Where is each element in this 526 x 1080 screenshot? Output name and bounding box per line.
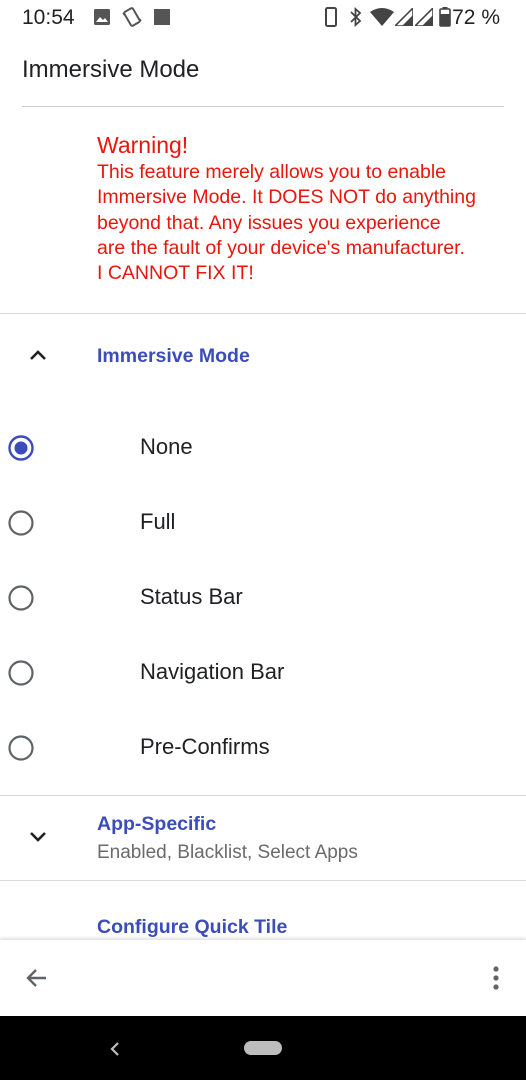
radio-unselected-icon[interactable] bbox=[8, 585, 34, 611]
system-navigation-bar bbox=[0, 1016, 526, 1080]
radio-selected-icon[interactable] bbox=[8, 435, 34, 461]
page-title: Immersive Mode bbox=[22, 56, 200, 83]
status-time: 10:54 bbox=[22, 6, 75, 29]
more-options-icon[interactable] bbox=[486, 966, 506, 990]
warning-line: beyond that. Any issues you experience bbox=[97, 211, 441, 234]
radio-unselected-icon[interactable] bbox=[8, 735, 34, 761]
back-arrow-icon[interactable] bbox=[25, 966, 49, 990]
status-bar: 10:54 72 % bbox=[0, 0, 526, 34]
battery-icon bbox=[439, 7, 451, 27]
battery-percentage: 72 % bbox=[452, 6, 500, 29]
warning-body: This feature merely allows you to enable… bbox=[97, 160, 517, 286]
vibrate-icon bbox=[122, 7, 142, 27]
warning-line: are the fault of your device's manufactu… bbox=[97, 236, 465, 259]
system-back-icon[interactable] bbox=[108, 1040, 122, 1058]
home-pill-button[interactable] bbox=[244, 1041, 282, 1055]
title-bar: Immersive Mode bbox=[0, 34, 526, 108]
warning-line: Immersive Mode. It DOES NOT do anything bbox=[97, 186, 476, 209]
radio-label: Status Bar bbox=[140, 584, 243, 609]
phone-outline-icon bbox=[325, 7, 337, 27]
configure-quick-tile-item[interactable]: Configure Quick Tile bbox=[0, 881, 526, 941]
radio-option-navigation-bar[interactable]: Navigation Bar bbox=[0, 635, 526, 710]
square-notification-icon bbox=[154, 9, 170, 25]
radio-label: Navigation Bar bbox=[140, 659, 285, 684]
radio-option-status-bar[interactable]: Status Bar bbox=[0, 560, 526, 635]
radio-label: Pre-Confirms bbox=[140, 734, 270, 759]
warning-message: Warning! This feature merely allows you … bbox=[97, 130, 517, 286]
radio-unselected-icon[interactable] bbox=[8, 510, 34, 536]
bluetooth-icon bbox=[350, 7, 362, 27]
app-specific-section-title: App-Specific bbox=[97, 813, 217, 835]
warning-line: This feature merely allows you to enable bbox=[97, 161, 447, 183]
bottom-app-bar bbox=[0, 940, 526, 1016]
radio-option-pre-confirms[interactable]: Pre-Confirms bbox=[0, 710, 526, 785]
image-icon bbox=[94, 9, 110, 25]
signal-icon bbox=[415, 8, 433, 26]
warning-title: Warning! bbox=[97, 132, 189, 158]
radio-label: Full bbox=[140, 509, 176, 534]
app-specific-section-header[interactable]: App-Specific Enabled, Blacklist, Select … bbox=[0, 796, 526, 880]
wifi-icon bbox=[370, 8, 394, 26]
configure-quick-tile-title: Configure Quick Tile bbox=[97, 916, 288, 938]
chevron-down-icon bbox=[30, 832, 46, 842]
radio-unselected-icon[interactable] bbox=[8, 660, 34, 686]
radio-option-full[interactable]: Full bbox=[0, 485, 526, 560]
warning-line: I CANNOT FIX IT! bbox=[97, 262, 254, 285]
radio-label: None bbox=[140, 434, 193, 459]
signal-icon bbox=[395, 8, 413, 26]
app-specific-section-subtitle: Enabled, Blacklist, Select Apps bbox=[97, 842, 358, 863]
immersive-mode-section-title: Immersive Mode bbox=[97, 345, 250, 367]
radio-option-none[interactable]: None bbox=[0, 410, 526, 485]
title-divider bbox=[22, 106, 504, 107]
immersive-mode-section-header[interactable]: Immersive Mode bbox=[0, 314, 526, 400]
chevron-up-icon bbox=[30, 350, 46, 360]
